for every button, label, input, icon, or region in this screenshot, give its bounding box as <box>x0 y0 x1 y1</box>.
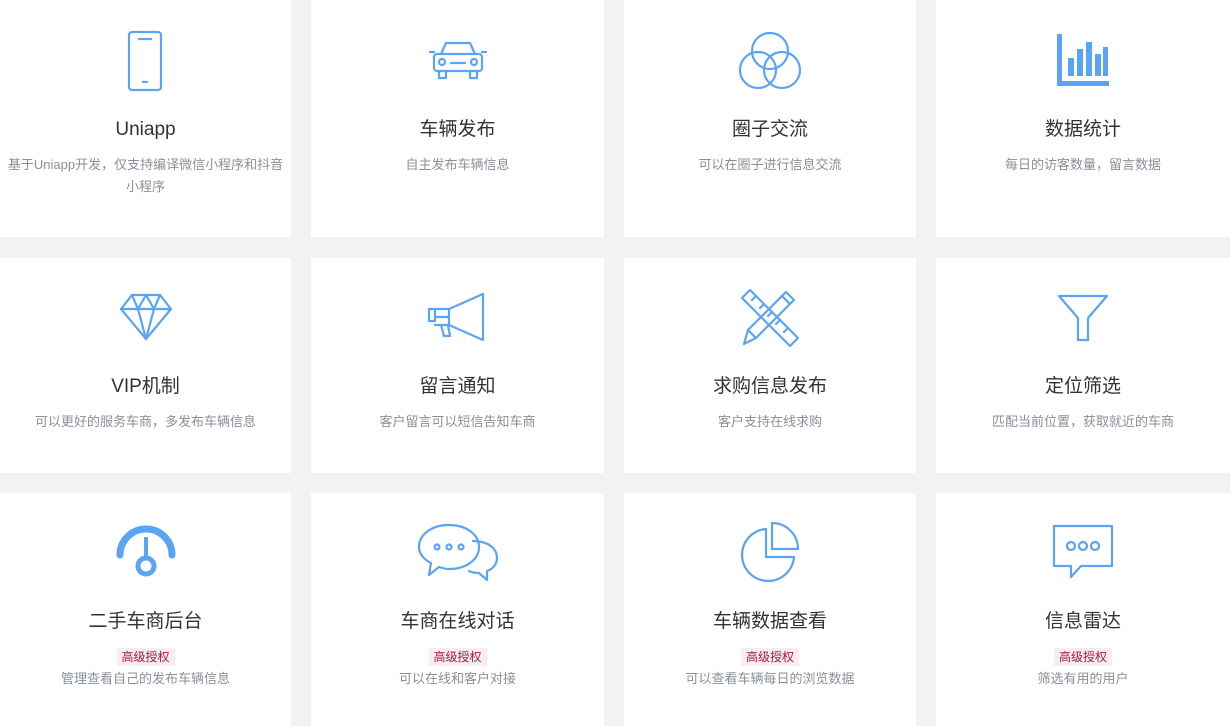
feature-title: VIP机制 <box>111 376 180 397</box>
feature-card-statistics[interactable]: 数据统计 每日的访客数量，留言数据 <box>936 0 1230 237</box>
feature-title: 信息雷达 <box>1044 611 1121 632</box>
premium-badge: 高级授权 <box>428 648 487 666</box>
feature-desc: 客户留言可以短信告知车商 <box>379 414 536 429</box>
feature-card-online-chat[interactable]: 车商在线对话 高级授权 可以在线和客户对接 <box>311 493 604 726</box>
feature-desc: 管理查看自己的发布车辆信息 <box>60 671 230 686</box>
dashboard-gauge-icon <box>116 525 175 577</box>
premium-badge: 高级授权 <box>116 648 175 666</box>
chat-bubbles-icon <box>417 523 498 582</box>
feature-title: 二手车商后台 <box>88 611 203 632</box>
feature-desc: 客户支持在线求购 <box>717 414 822 429</box>
feature-title: 车辆发布 <box>419 119 496 140</box>
premium-badge: 高级授权 <box>740 648 800 666</box>
feature-card-message-notify[interactable]: 留言通知 客户留言可以短信告知车商 <box>311 258 604 473</box>
feature-desc: 每日的访客数量，留言数据 <box>1004 157 1161 172</box>
bar-chart-icon <box>1057 34 1109 86</box>
message-dots-icon <box>1052 524 1114 579</box>
feature-title: 车商在线对话 <box>400 611 515 632</box>
feature-title: 留言通知 <box>419 376 496 397</box>
feature-card-community[interactable]: 圈子交流 可以在圈子进行信息交流 <box>624 0 916 237</box>
car-icon <box>428 41 487 80</box>
feature-desc: 可以在线和客户对接 <box>398 671 516 686</box>
feature-desc: 自主发布车辆信息 <box>405 157 510 172</box>
feature-desc: 匹配当前位置，获取就近的车商 <box>991 414 1174 429</box>
feature-title: 求购信息发布 <box>712 376 827 397</box>
funnel-icon <box>1057 294 1109 342</box>
feature-title: 圈子交流 <box>731 119 808 140</box>
feature-card-info-radar[interactable]: 信息雷达 高级授权 筛选有用的用户 <box>936 493 1230 726</box>
feature-title: 定位筛选 <box>1044 376 1121 397</box>
feature-card-vehicle-data[interactable]: 车辆数据查看 高级授权 可以查看车辆每日的浏览数据 <box>624 493 916 726</box>
feature-card-dealer-backend[interactable]: 二手车商后台 高级授权 管理查看自己的发布车辆信息 <box>0 493 291 726</box>
feature-card-uniapp[interactable]: Uniapp 基于Uniapp开发，仅支持编译微信小程序和抖音小程序 <box>0 0 291 237</box>
feature-card-purchase-request[interactable]: 求购信息发布 客户支持在线求购 <box>624 258 916 473</box>
diamond-icon <box>119 293 172 341</box>
feature-grid: Uniapp 基于Uniapp开发，仅支持编译微信小程序和抖音小程序 车辆发布 … <box>0 0 1230 726</box>
megaphone-icon <box>427 292 484 342</box>
pencil-ruler-icon <box>740 288 800 348</box>
feature-title: 数据统计 <box>1044 119 1121 140</box>
feature-card-vip[interactable]: VIP机制 可以更好的服务车商，多发布车辆信息 <box>0 258 291 473</box>
premium-badge: 高级授权 <box>1053 648 1113 666</box>
feature-title: 车辆数据查看 <box>712 611 827 632</box>
feature-card-location-filter[interactable]: 定位筛选 匹配当前位置，获取就近的车商 <box>936 258 1230 473</box>
feature-title: Uniapp <box>115 119 176 140</box>
smartphone-icon <box>127 30 162 92</box>
feature-card-vehicle-publish[interactable]: 车辆发布 自主发布车辆信息 <box>311 0 604 237</box>
pie-chart-icon <box>740 521 800 583</box>
circles-icon <box>738 31 802 90</box>
feature-desc: 筛选有用的用户 <box>1037 671 1129 686</box>
feature-desc: 可以在圈子进行信息交流 <box>698 157 842 172</box>
feature-desc: 可以查看车辆每日的浏览数据 <box>685 671 855 686</box>
feature-desc: 基于Uniapp开发，仅支持编译微信小程序和抖音小程序 <box>7 157 284 194</box>
feature-desc: 可以更好的服务车商，多发布车辆信息 <box>34 414 256 429</box>
